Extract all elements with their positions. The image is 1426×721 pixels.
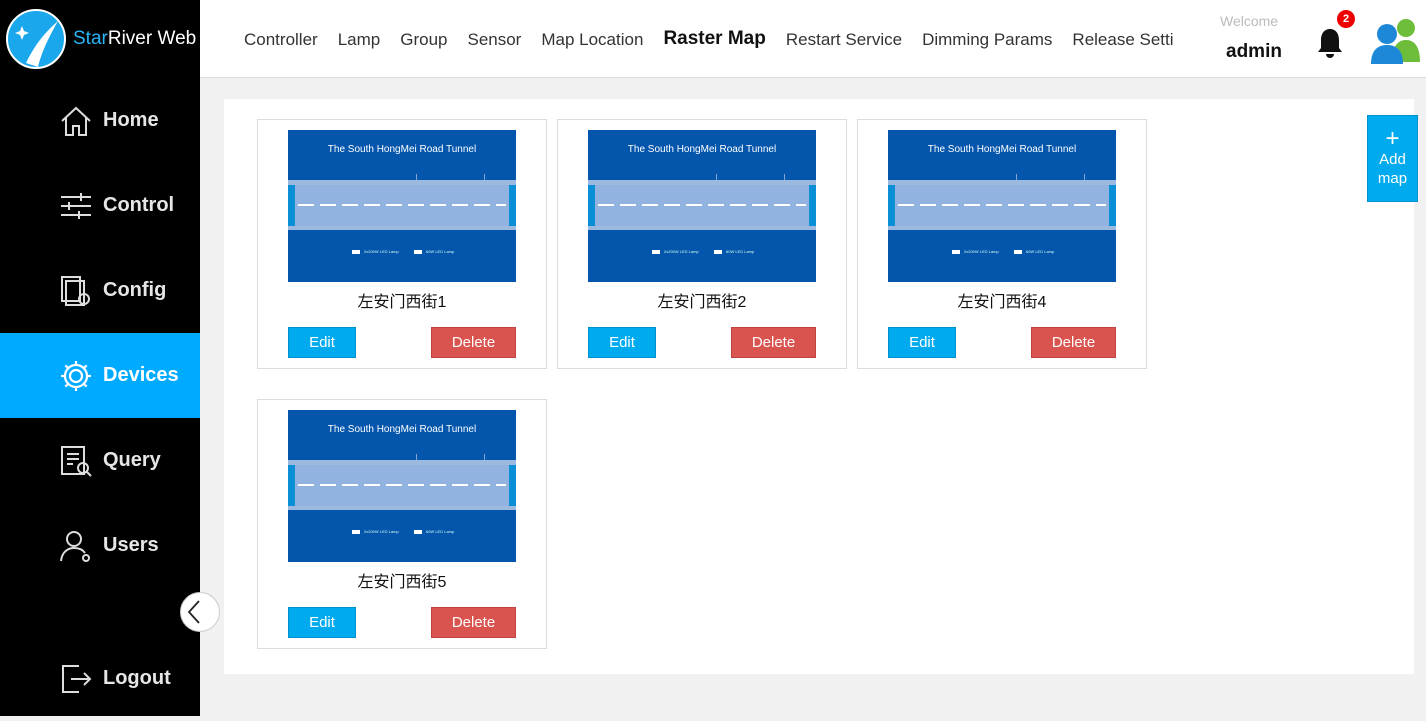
map-name: 左安门西街1 bbox=[357, 294, 447, 311]
delete-button[interactable]: Delete bbox=[431, 607, 516, 638]
thumbnail-legend: 2x200W LED Lamp bbox=[352, 249, 399, 254]
map-name: 左安门西街5 bbox=[357, 574, 447, 591]
logout-button[interactable]: Logout bbox=[0, 636, 200, 721]
legend-label: 60W LED Lamp bbox=[426, 529, 455, 534]
legend-label: 2x200W LED Lamp bbox=[364, 529, 399, 534]
top-bar: Controller Lamp Group Sensor Map Locatio… bbox=[200, 0, 1426, 78]
thumbnail-legend: 2x200W LED Lamp bbox=[652, 249, 699, 254]
query-document-icon bbox=[58, 443, 94, 479]
tab-group[interactable]: Group bbox=[400, 30, 447, 50]
thumbnail-legend: 2x200W LED Lamp bbox=[952, 249, 999, 254]
thumbnail-title: The South HongMei Road Tunnel bbox=[327, 424, 477, 435]
map-thumbnail[interactable]: The South HongMei Road Tunnel 2x200W LED… bbox=[888, 130, 1116, 282]
sliders-icon bbox=[58, 188, 94, 224]
map-card: The South HongMei Road Tunnel 2x200W LED… bbox=[857, 119, 1147, 369]
plus-icon: + bbox=[1385, 125, 1400, 152]
home-icon bbox=[58, 103, 94, 139]
raster-map-panel: The South HongMei Road Tunnel 2x200W LED… bbox=[224, 99, 1414, 674]
user-icon bbox=[58, 528, 94, 564]
edit-button[interactable]: Edit bbox=[588, 327, 656, 358]
logout-label: Logout bbox=[103, 667, 171, 689]
sidebar-nav: Home Control Config Devices Query Users bbox=[0, 78, 200, 588]
sidebar-item-label: Home bbox=[103, 109, 159, 131]
map-card: The South HongMei Road Tunnel 2x200W LED… bbox=[257, 119, 547, 369]
edit-button[interactable]: Edit bbox=[288, 607, 356, 638]
map-thumbnail[interactable]: The South HongMei Road Tunnel 2x200W LED… bbox=[288, 410, 516, 562]
sidebar-item-label: Devices bbox=[103, 364, 179, 386]
notification-button[interactable] bbox=[1316, 26, 1344, 60]
map-card: The South HongMei Road Tunnel 2x200W LED… bbox=[557, 119, 847, 369]
sidebar-item-home[interactable]: Home bbox=[0, 78, 200, 163]
app-logo[interactable]: StarRiver Web bbox=[0, 0, 200, 78]
thumbnail-legend: 2x200W LED Lamp bbox=[352, 529, 399, 534]
thumbnail-legend: 60W LED Lamp bbox=[714, 249, 754, 254]
bell-icon bbox=[1318, 29, 1342, 58]
thumbnail-legend: 60W LED Lamp bbox=[414, 249, 454, 254]
edit-button[interactable]: Edit bbox=[888, 327, 956, 358]
sidebar-item-control[interactable]: Control bbox=[0, 163, 200, 248]
add-map-button[interactable]: + Add map bbox=[1367, 115, 1418, 202]
edit-button[interactable]: Edit bbox=[288, 327, 356, 358]
user-avatar[interactable] bbox=[1370, 16, 1422, 64]
sidebar-item-config[interactable]: Config bbox=[0, 248, 200, 333]
add-map-label-line2: map bbox=[1377, 170, 1408, 187]
map-card: The South HongMei Road Tunnel 2x200W LED… bbox=[257, 399, 547, 649]
sidebar-item-query[interactable]: Query bbox=[0, 418, 200, 503]
chevron-left-icon bbox=[187, 600, 200, 624]
map-thumbnail[interactable]: The South HongMei Road Tunnel 2x200W LED… bbox=[288, 130, 516, 282]
thumbnail-legend: 60W LED Lamp bbox=[414, 529, 454, 534]
sidebar-item-users[interactable]: Users bbox=[0, 503, 200, 588]
notification-badge: 2 bbox=[1337, 10, 1355, 28]
tab-controller[interactable]: Controller bbox=[244, 30, 318, 50]
legend-label: 2x200W LED Lamp bbox=[964, 249, 999, 254]
thumbnail-title: The South HongMei Road Tunnel bbox=[927, 144, 1077, 155]
delete-button[interactable]: Delete bbox=[1031, 327, 1116, 358]
sidebar: StarRiver Web Home Control Config Device… bbox=[0, 0, 200, 716]
tab-lamp[interactable]: Lamp bbox=[338, 30, 381, 50]
map-thumbnail[interactable]: The South HongMei Road Tunnel 2x200W LED… bbox=[588, 130, 816, 282]
legend-label: 2x200W LED Lamp bbox=[664, 249, 699, 254]
device-tabs: Controller Lamp Group Sensor Map Locatio… bbox=[244, 28, 1194, 50]
sidebar-item-label: Config bbox=[103, 279, 167, 301]
gear-icon bbox=[58, 358, 94, 394]
sidebar-item-label: Query bbox=[103, 449, 161, 471]
add-map-label-line1: Add bbox=[1379, 151, 1406, 168]
sidebar-item-label: Users bbox=[103, 534, 159, 556]
thumbnail-title: The South HongMei Road Tunnel bbox=[327, 144, 477, 155]
tab-sensor[interactable]: Sensor bbox=[467, 30, 521, 50]
username: admin bbox=[1226, 41, 1282, 62]
tab-dimming-params[interactable]: Dimming Params bbox=[922, 30, 1052, 50]
legend-label: 60W LED Lamp bbox=[726, 249, 755, 254]
sidebar-item-label: Control bbox=[103, 194, 175, 216]
logout-icon bbox=[58, 661, 94, 697]
tab-restart-service[interactable]: Restart Service bbox=[786, 30, 902, 50]
app-title-accent: Star bbox=[73, 28, 108, 49]
tab-map-location[interactable]: Map Location bbox=[541, 30, 643, 50]
map-name: 左安门西街4 bbox=[957, 294, 1047, 311]
config-files-icon bbox=[58, 273, 94, 309]
legend-label: 2x200W LED Lamp bbox=[364, 249, 399, 254]
sidebar-collapse-button[interactable] bbox=[180, 592, 220, 632]
delete-button[interactable]: Delete bbox=[731, 327, 816, 358]
app-title-rest: River Web bbox=[107, 28, 197, 49]
legend-label: 60W LED Lamp bbox=[1026, 249, 1055, 254]
users-avatar-icon bbox=[1371, 19, 1420, 64]
app-title: StarRiver Web bbox=[73, 28, 196, 50]
thumbnail-legend: 60W LED Lamp bbox=[1014, 249, 1054, 254]
starriver-logo-icon bbox=[6, 9, 66, 69]
legend-label: 60W LED Lamp bbox=[426, 249, 455, 254]
delete-button[interactable]: Delete bbox=[431, 327, 516, 358]
tab-release-settings[interactable]: Release Setti bbox=[1072, 30, 1173, 50]
map-name: 左安门西街2 bbox=[657, 294, 747, 311]
sidebar-item-devices[interactable]: Devices bbox=[0, 333, 200, 418]
welcome-text: Welcome bbox=[1220, 13, 1279, 29]
tab-raster-map[interactable]: Raster Map bbox=[663, 28, 765, 50]
thumbnail-title: The South HongMei Road Tunnel bbox=[627, 144, 777, 155]
